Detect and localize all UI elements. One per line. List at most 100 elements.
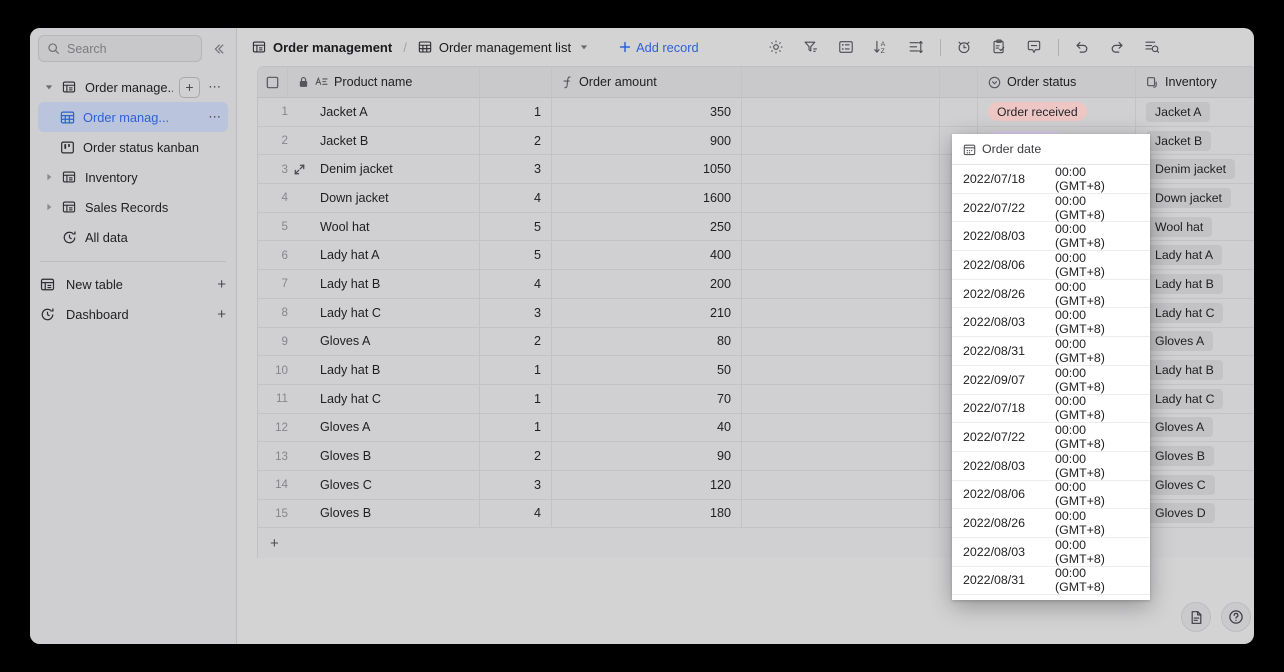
help-icon[interactable] (1221, 602, 1251, 632)
cell-quantity[interactable]: 2 (480, 442, 552, 471)
cell-order-date[interactable] (742, 471, 940, 500)
expand-record-icon[interactable] (288, 213, 310, 242)
cell-order-date[interactable] (742, 356, 940, 385)
expand-record-icon[interactable] (288, 414, 310, 443)
cell-product-name[interactable]: Down jacket (310, 184, 480, 213)
find-in-table-icon[interactable] (1139, 34, 1166, 60)
cell-inventory[interactable]: Jacket A (1136, 98, 1254, 127)
cell-product-name[interactable]: Gloves C (310, 471, 480, 500)
cell-inventory[interactable]: Denim jacket (1136, 155, 1254, 184)
sidebar-item-inventory[interactable]: Inventory (38, 162, 228, 192)
row-height-icon[interactable] (903, 34, 930, 60)
add-table-button[interactable]: + (179, 77, 200, 98)
cell-product-name[interactable]: Jacket A (310, 98, 480, 127)
column-header-product-name[interactable]: Product name (288, 67, 480, 97)
cell-inventory[interactable]: Gloves A (1136, 414, 1254, 443)
cell-order-status[interactable]: Order received (978, 98, 1136, 127)
cell-order-date[interactable] (742, 155, 940, 184)
expand-record-icon[interactable] (288, 356, 310, 385)
order-date-row[interactable]: 2022/08/0300:00 (GMT+8) (952, 538, 1150, 567)
cell-inventory[interactable]: Lady hat C (1136, 385, 1254, 414)
cell-product-name[interactable]: Denim jacket (310, 155, 480, 184)
column-header-order-date[interactable] (742, 67, 940, 97)
cell-quantity[interactable]: 1 (480, 385, 552, 414)
sort-icon[interactable]: A Z (868, 34, 895, 60)
cell-order-date[interactable] (742, 241, 940, 270)
cell-product-name[interactable]: Lady hat B (310, 270, 480, 299)
expand-record-icon[interactable] (288, 155, 310, 184)
document-icon[interactable] (1181, 602, 1211, 632)
order-date-row[interactable]: 2022/08/0600:00 (GMT+8) (952, 251, 1150, 280)
cell-order-amount[interactable]: 900 (552, 127, 742, 156)
order-date-row[interactable]: 2022/07/2200:00 (GMT+8) (952, 423, 1150, 452)
cell-quantity[interactable]: 4 (480, 500, 552, 529)
select-all-checkbox[interactable] (258, 67, 288, 97)
cell-quantity[interactable]: 1 (480, 414, 552, 443)
cell-order-amount[interactable]: 50 (552, 356, 742, 385)
collapse-sidebar-button[interactable] (208, 38, 228, 60)
form-icon[interactable] (986, 34, 1013, 60)
cell-order-amount[interactable]: 1600 (552, 184, 742, 213)
cell-inventory[interactable]: Gloves D (1136, 500, 1254, 529)
cell-order-date[interactable] (742, 442, 940, 471)
cell-order-amount[interactable]: 80 (552, 328, 742, 357)
cell-order-amount[interactable]: 210 (552, 299, 742, 328)
order-date-row[interactable]: 2022/07/1800:00 (GMT+8) (952, 395, 1150, 424)
cell-product-name[interactable]: Gloves B (310, 442, 480, 471)
cell-order-amount[interactable]: 90 (552, 442, 742, 471)
column-header-order-status[interactable]: Order status (978, 67, 1136, 97)
cell-quantity[interactable]: 2 (480, 127, 552, 156)
cell-product-name[interactable]: Lady hat B (310, 356, 480, 385)
cell-order-date[interactable] (742, 213, 940, 242)
sidebar-item-order-status-kanban[interactable]: Order status kanban (38, 132, 228, 162)
cell-inventory[interactable]: Lady hat B (1136, 270, 1254, 299)
chevron-right-icon[interactable] (42, 203, 56, 211)
sidebar-item-sales-records[interactable]: Sales Records (38, 192, 228, 222)
cell-product-name[interactable]: Wool hat (310, 213, 480, 242)
cell-order-date[interactable] (742, 500, 940, 529)
cell-quantity[interactable]: 5 (480, 241, 552, 270)
expand-record-icon[interactable] (288, 500, 310, 529)
cell-product-name[interactable]: Gloves A (310, 414, 480, 443)
cell-order-amount[interactable]: 40 (552, 414, 742, 443)
expand-record-icon[interactable] (288, 328, 310, 357)
cell-inventory[interactable]: Down jacket (1136, 184, 1254, 213)
chevron-down-icon[interactable] (42, 83, 56, 91)
base-more-button[interactable]: ⋯ (206, 79, 224, 95)
cell-product-name[interactable]: Lady hat C (310, 385, 480, 414)
column-header-inventory[interactable]: Inventory (1136, 67, 1254, 97)
sidebar-new-table[interactable]: New table + (30, 269, 236, 299)
cell-inventory[interactable]: Gloves C (1136, 471, 1254, 500)
sidebar-item-order-management[interactable]: Order manage... + ⋯ (38, 72, 228, 102)
column-header-order-amount[interactable]: Order amount (552, 67, 742, 97)
cell-inventory[interactable]: Lady hat A (1136, 241, 1254, 270)
cell-product-name[interactable]: Gloves A (310, 328, 480, 357)
cell-inventory[interactable]: Wool hat (1136, 213, 1254, 242)
cell-quantity[interactable]: 2 (480, 328, 552, 357)
cell-order-date[interactable] (742, 98, 940, 127)
cell-order-amount[interactable]: 120 (552, 471, 742, 500)
expand-record-icon[interactable] (288, 385, 310, 414)
order-date-row[interactable]: 2022/07/2200:00 (GMT+8) (952, 194, 1150, 223)
sidebar-dashboard[interactable]: Dashboard + (30, 299, 236, 329)
sidebar-item-order-management-list[interactable]: Order manag... ⋯ (38, 102, 228, 132)
expand-record-icon[interactable] (288, 442, 310, 471)
add-new-table-button[interactable]: + (217, 276, 226, 293)
order-date-row[interactable]: 2022/08/0300:00 (GMT+8) (952, 308, 1150, 337)
expand-record-icon[interactable] (288, 241, 310, 270)
cell-product-name[interactable]: Lady hat C (310, 299, 480, 328)
breadcrumb-view[interactable]: Order management list (413, 37, 593, 58)
cell-order-date[interactable] (742, 299, 940, 328)
cell-product-name[interactable]: Jacket B (310, 127, 480, 156)
settings-icon[interactable] (763, 34, 790, 60)
add-record-button[interactable]: Add record (613, 37, 705, 58)
cell-order-date[interactable] (742, 414, 940, 443)
cell-product-name[interactable]: Gloves B (310, 500, 480, 529)
reminder-icon[interactable] (951, 34, 978, 60)
cell-order-amount[interactable]: 180 (552, 500, 742, 529)
table-row[interactable]: 1Jacket A1350Order receivedJacket A (258, 98, 1254, 127)
order-date-row[interactable]: 2022/08/0300:00 (GMT+8) (952, 222, 1150, 251)
cell-order-date[interactable] (742, 127, 940, 156)
cell-quantity[interactable]: 3 (480, 299, 552, 328)
breadcrumb-base[interactable]: Order management (247, 37, 397, 58)
